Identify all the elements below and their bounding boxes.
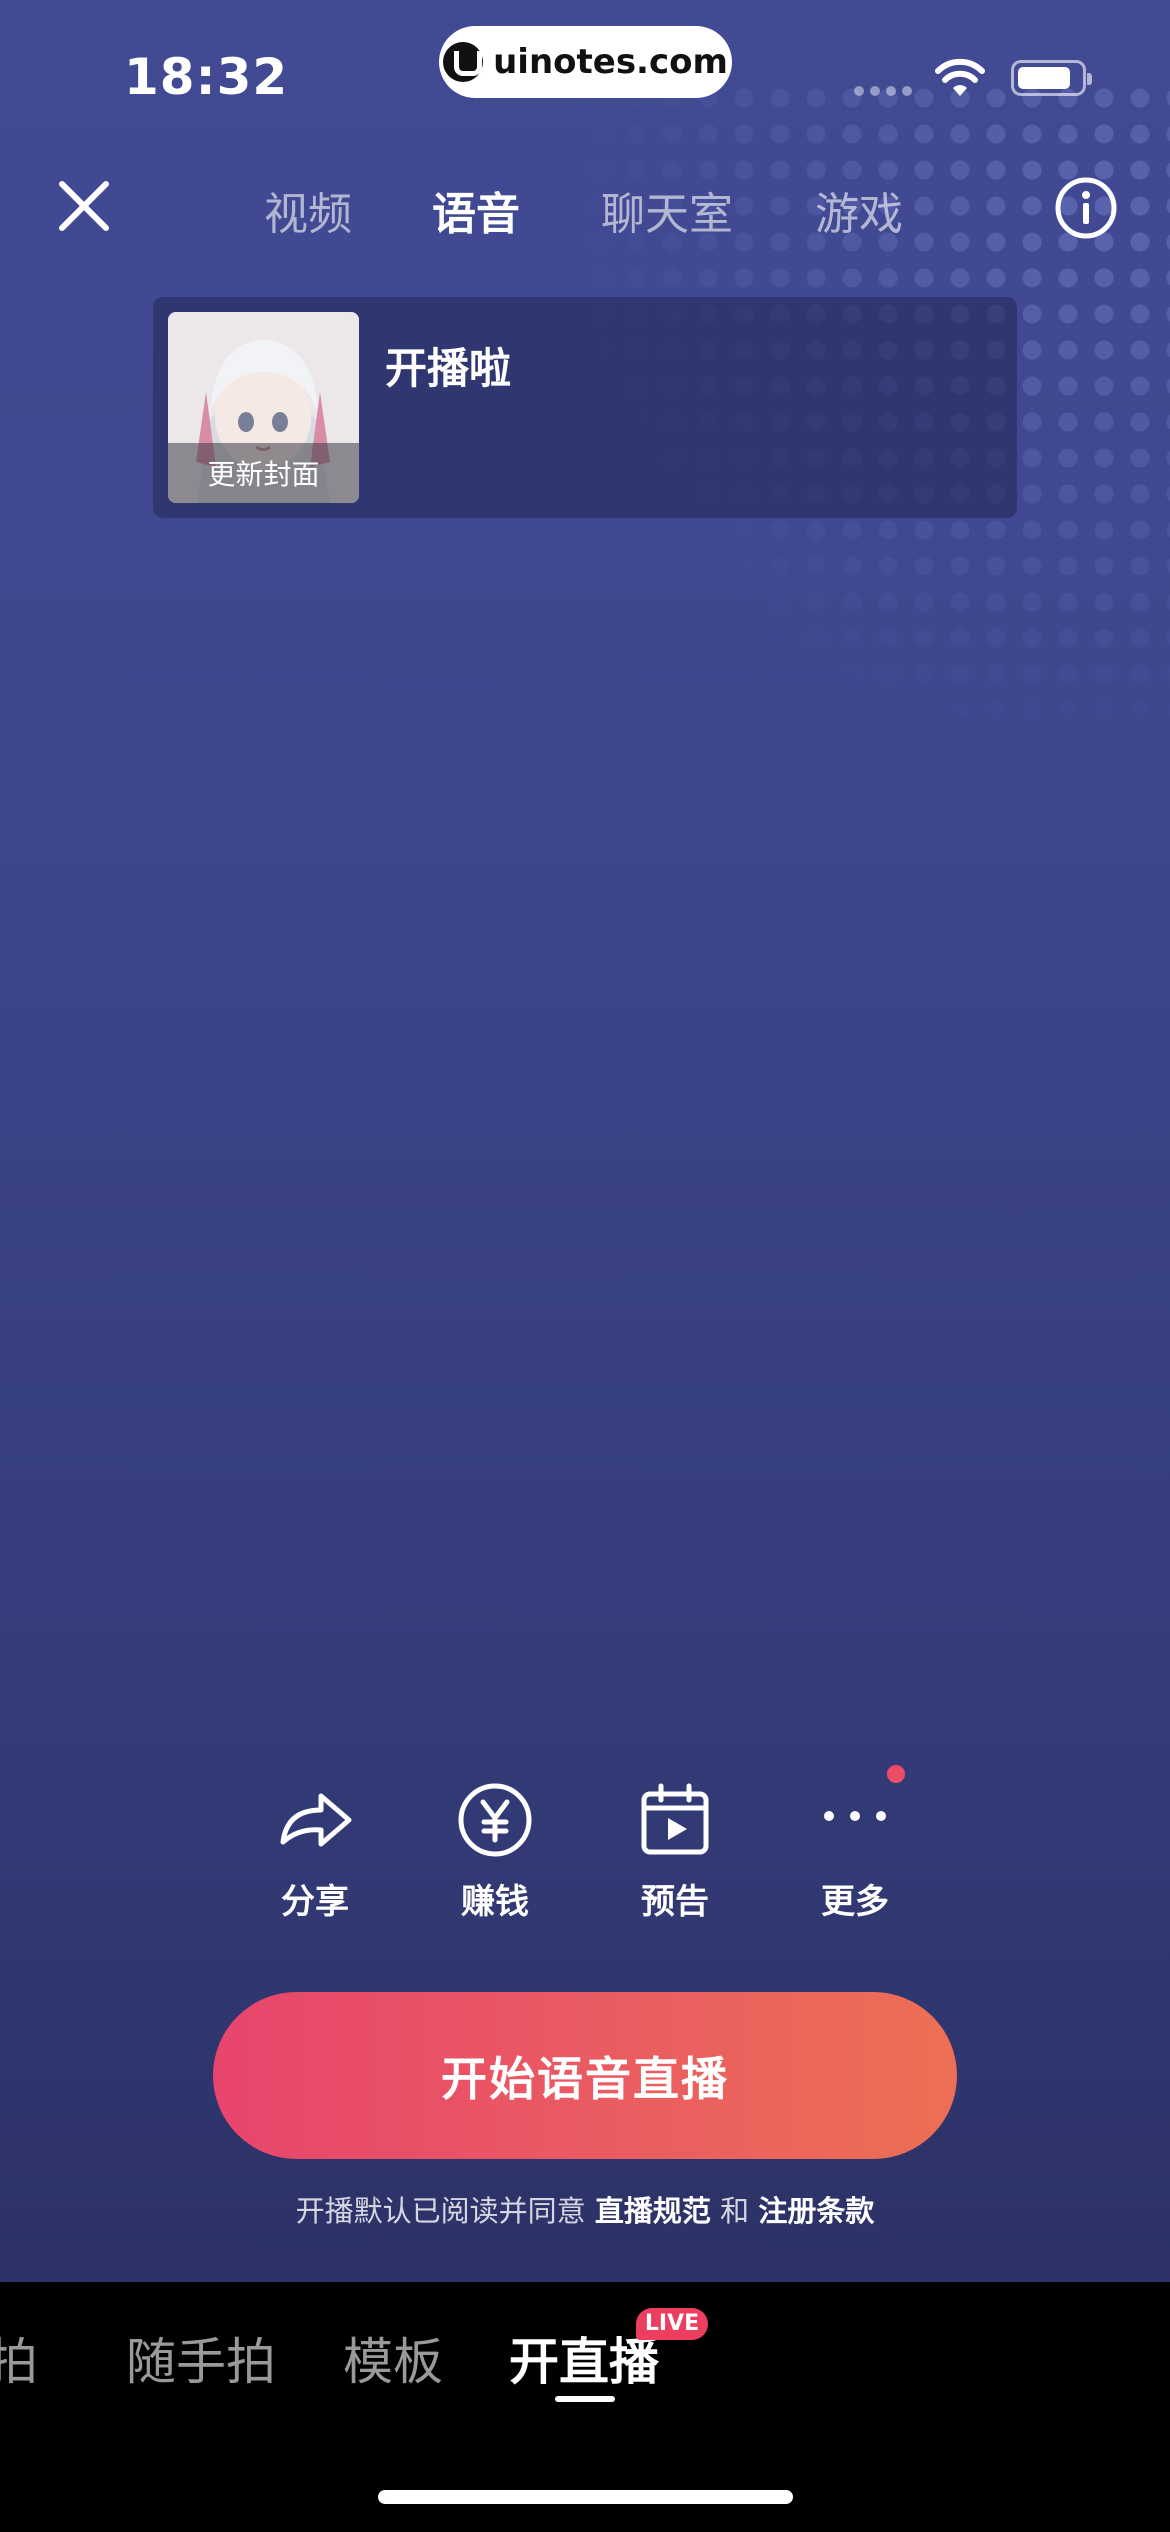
start-voice-live-button[interactable]: 开始语音直播: [213, 1992, 957, 2159]
agreement-prefix: 开播默认已阅读并同意: [295, 2194, 586, 2228]
cover-card: 更新封面 开播啦: [153, 297, 1017, 518]
preview-button[interactable]: 预告: [605, 1780, 745, 1923]
battery-icon: [1011, 60, 1092, 96]
calendar-play-icon: [641, 1783, 709, 1855]
agreement-text: 开播默认已阅读并同意 直播规范 和 注册条款: [0, 2188, 1170, 2230]
update-cover-label: 更新封面: [168, 443, 359, 503]
cover-image[interactable]: 更新封面: [168, 312, 359, 503]
share-icon: [280, 1793, 352, 1847]
share-label: 分享: [281, 1882, 349, 1922]
bottom-tab-quick-shot[interactable]: 随手拍: [126, 2322, 276, 2394]
uinotes-logo-icon: [443, 42, 484, 82]
yen-coin-icon: [458, 1783, 532, 1857]
tab-video[interactable]: 视频: [264, 178, 352, 242]
earn-button[interactable]: 赚钱: [425, 1780, 565, 1923]
url-pill: uinotes.com: [439, 26, 732, 98]
more-label: 更多: [821, 1882, 889, 1922]
active-tab-indicator: [555, 2396, 615, 2402]
live-setup-screen: 18:32 uinotes.com 视频 语音 聊天室 游戏 更新封面 开播啦 …: [0, 0, 1170, 2282]
live-badge: LIVE: [636, 2308, 708, 2340]
tab-voice[interactable]: 语音: [432, 178, 520, 242]
live-rules-link[interactable]: 直播规范: [595, 2194, 711, 2228]
home-indicator[interactable]: [378, 2490, 793, 2504]
mode-tabs: 视频 语音 聊天室 游戏: [0, 178, 1170, 240]
status-time: 18:32: [124, 48, 289, 106]
wifi-icon: [935, 58, 985, 96]
bottom-tab-template[interactable]: 模板: [343, 2322, 443, 2394]
live-title[interactable]: 开播啦: [385, 335, 511, 396]
tab-game[interactable]: 游戏: [815, 178, 903, 242]
earn-label: 赚钱: [461, 1882, 529, 1922]
bottom-tab-shoot[interactable]: 拍: [0, 2322, 38, 2394]
more-button[interactable]: 更多: [785, 1780, 925, 1923]
terms-link[interactable]: 注册条款: [758, 2194, 874, 2228]
preview-label: 预告: [641, 1882, 709, 1922]
cellular-signal-icon: [854, 86, 912, 96]
agreement-and: 和: [720, 2194, 750, 2228]
info-icon[interactable]: [1054, 176, 1118, 240]
notification-dot: [887, 1765, 905, 1783]
share-button[interactable]: 分享: [245, 1780, 385, 1923]
url-text: uinotes.com: [493, 42, 728, 82]
tab-chatroom[interactable]: 聊天室: [601, 178, 733, 242]
more-dots-icon: [824, 1811, 886, 1821]
